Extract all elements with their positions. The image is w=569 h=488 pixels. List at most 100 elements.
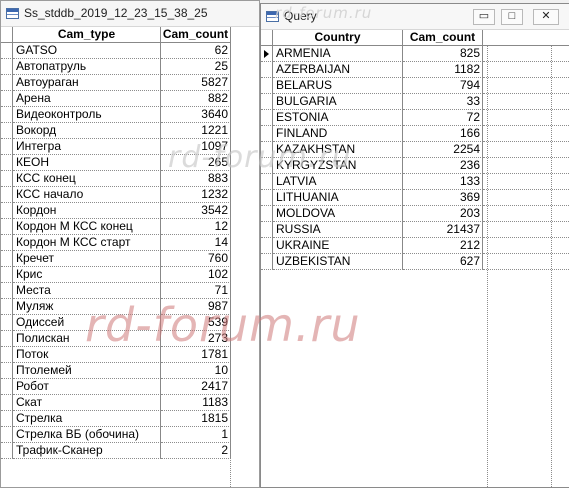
row-indicator[interactable] — [261, 190, 273, 206]
cell-count[interactable]: 1 — [161, 427, 231, 443]
column-header-cam-count[interactable]: Cam_count — [403, 30, 483, 46]
cell-name[interactable]: Кордон — [13, 203, 161, 219]
row-indicator[interactable] — [1, 155, 13, 171]
row-indicator[interactable] — [261, 238, 273, 254]
row-indicator[interactable] — [1, 299, 13, 315]
table-window-ss-stddb[interactable]: Ss_stddb_2019_12_23_15_38_25 Cam_type Ca… — [0, 0, 260, 488]
cell-name[interactable]: Робот — [13, 379, 161, 395]
row-indicator[interactable] — [1, 235, 13, 251]
row-indicator[interactable] — [261, 142, 273, 158]
row-indicator[interactable] — [1, 219, 13, 235]
cell-name[interactable]: Автоураган — [13, 75, 161, 91]
cell-count[interactable]: 369 — [403, 190, 483, 206]
cell-count[interactable]: 794 — [403, 78, 483, 94]
cell-name[interactable]: Муляж — [13, 299, 161, 315]
cell-name[interactable]: UKRAINE — [273, 238, 403, 254]
cell-name[interactable]: RUSSIA — [273, 222, 403, 238]
cell-name[interactable]: Кордон М КСС конец — [13, 219, 161, 235]
maximize-button[interactable]: □ — [501, 9, 523, 25]
row-indicator[interactable] — [1, 187, 13, 203]
cell-count[interactable]: 71 — [161, 283, 231, 299]
cell-count[interactable]: 3640 — [161, 107, 231, 123]
cell-count[interactable]: 1781 — [161, 347, 231, 363]
row-indicator[interactable] — [261, 110, 273, 126]
cell-name[interactable]: UZBEKISTAN — [273, 254, 403, 270]
query-window[interactable]: Query ▭ □ ✕ Country Cam_count ARMENIA 825… — [260, 3, 569, 488]
cell-count[interactable]: 987 — [161, 299, 231, 315]
data-grid[interactable]: Cam_type Cam_count GATSO 62 Автопатруль 25 А… — [1, 27, 259, 487]
cell-name[interactable]: Стрелка ВБ (обочина) — [13, 427, 161, 443]
cell-name[interactable]: Кречет — [13, 251, 161, 267]
cell-name[interactable]: Видеоконтроль — [13, 107, 161, 123]
cell-name[interactable]: Автопатруль — [13, 59, 161, 75]
cell-name[interactable]: BELARUS — [273, 78, 403, 94]
cell-name[interactable]: Кордон М КСС старт — [13, 235, 161, 251]
cell-count[interactable]: 273 — [161, 331, 231, 347]
cell-count[interactable]: 2 — [161, 443, 231, 459]
cell-name[interactable]: КСС конец — [13, 171, 161, 187]
cell-count[interactable]: 3542 — [161, 203, 231, 219]
row-indicator[interactable] — [1, 395, 13, 411]
row-indicator[interactable] — [1, 75, 13, 91]
cell-count[interactable]: 5827 — [161, 75, 231, 91]
cell-count[interactable]: 12 — [161, 219, 231, 235]
cell-count[interactable]: 212 — [403, 238, 483, 254]
row-indicator[interactable] — [1, 139, 13, 155]
row-indicator[interactable] — [1, 379, 13, 395]
row-indicator[interactable] — [1, 91, 13, 107]
cell-count[interactable]: 627 — [403, 254, 483, 270]
data-grid[interactable]: Country Cam_count ARMENIA 825 AZERBAIJAN 11… — [261, 30, 569, 487]
cell-count[interactable]: 102 — [161, 267, 231, 283]
cell-name[interactable]: GATSO — [13, 43, 161, 59]
row-indicator[interactable] — [261, 94, 273, 110]
cell-name[interactable]: Трафик-Сканер — [13, 443, 161, 459]
row-indicator[interactable] — [1, 331, 13, 347]
cell-count[interactable]: 1815 — [161, 411, 231, 427]
cell-name[interactable]: LATVIA — [273, 174, 403, 190]
cell-count[interactable]: 203 — [403, 206, 483, 222]
column-header-cam-type[interactable]: Cam_type — [13, 27, 161, 43]
column-header-country[interactable]: Country — [273, 30, 403, 46]
cell-name[interactable]: Места — [13, 283, 161, 299]
cell-name[interactable]: BULGARIA — [273, 94, 403, 110]
row-indicator[interactable] — [1, 283, 13, 299]
row-indicator[interactable] — [1, 443, 13, 459]
cell-count[interactable]: 825 — [403, 46, 483, 62]
row-indicator[interactable] — [1, 347, 13, 363]
row-indicator[interactable] — [261, 158, 273, 174]
cell-count[interactable]: 21437 — [403, 222, 483, 238]
cell-name[interactable]: Арена — [13, 91, 161, 107]
cell-count[interactable]: 1232 — [161, 187, 231, 203]
row-indicator[interactable] — [261, 222, 273, 238]
cell-name[interactable]: ESTONIA — [273, 110, 403, 126]
cell-count[interactable]: 265 — [161, 155, 231, 171]
minimize-button[interactable]: ▭ — [473, 9, 495, 25]
cell-name[interactable]: Вокорд — [13, 123, 161, 139]
row-indicator[interactable] — [1, 171, 13, 187]
titlebar[interactable]: Ss_stddb_2019_12_23_15_38_25 — [1, 1, 259, 27]
cell-name[interactable]: Стрелка — [13, 411, 161, 427]
cell-count[interactable]: 883 — [161, 171, 231, 187]
cell-count[interactable]: 133 — [403, 174, 483, 190]
cell-name[interactable]: Интегра — [13, 139, 161, 155]
row-indicator[interactable] — [1, 411, 13, 427]
cell-name[interactable]: KAZAKHSTAN — [273, 142, 403, 158]
row-indicator[interactable] — [1, 363, 13, 379]
row-indicator[interactable] — [1, 107, 13, 123]
cell-count[interactable]: 25 — [161, 59, 231, 75]
cell-count[interactable]: 882 — [161, 91, 231, 107]
row-indicator[interactable] — [1, 267, 13, 283]
row-indicator[interactable] — [1, 315, 13, 331]
cell-count[interactable]: 1182 — [403, 62, 483, 78]
cell-name[interactable]: Птолемей — [13, 363, 161, 379]
cell-name[interactable]: KYRGYZSTAN — [273, 158, 403, 174]
cell-name[interactable]: КЕОН — [13, 155, 161, 171]
cell-name[interactable]: ARMENIA — [273, 46, 403, 62]
row-indicator[interactable] — [1, 59, 13, 75]
row-indicator[interactable] — [261, 206, 273, 222]
cell-count[interactable]: 760 — [161, 251, 231, 267]
row-indicator[interactable] — [1, 43, 13, 59]
row-indicator[interactable] — [1, 251, 13, 267]
cell-count[interactable]: 62 — [161, 43, 231, 59]
cell-count[interactable]: 2417 — [161, 379, 231, 395]
